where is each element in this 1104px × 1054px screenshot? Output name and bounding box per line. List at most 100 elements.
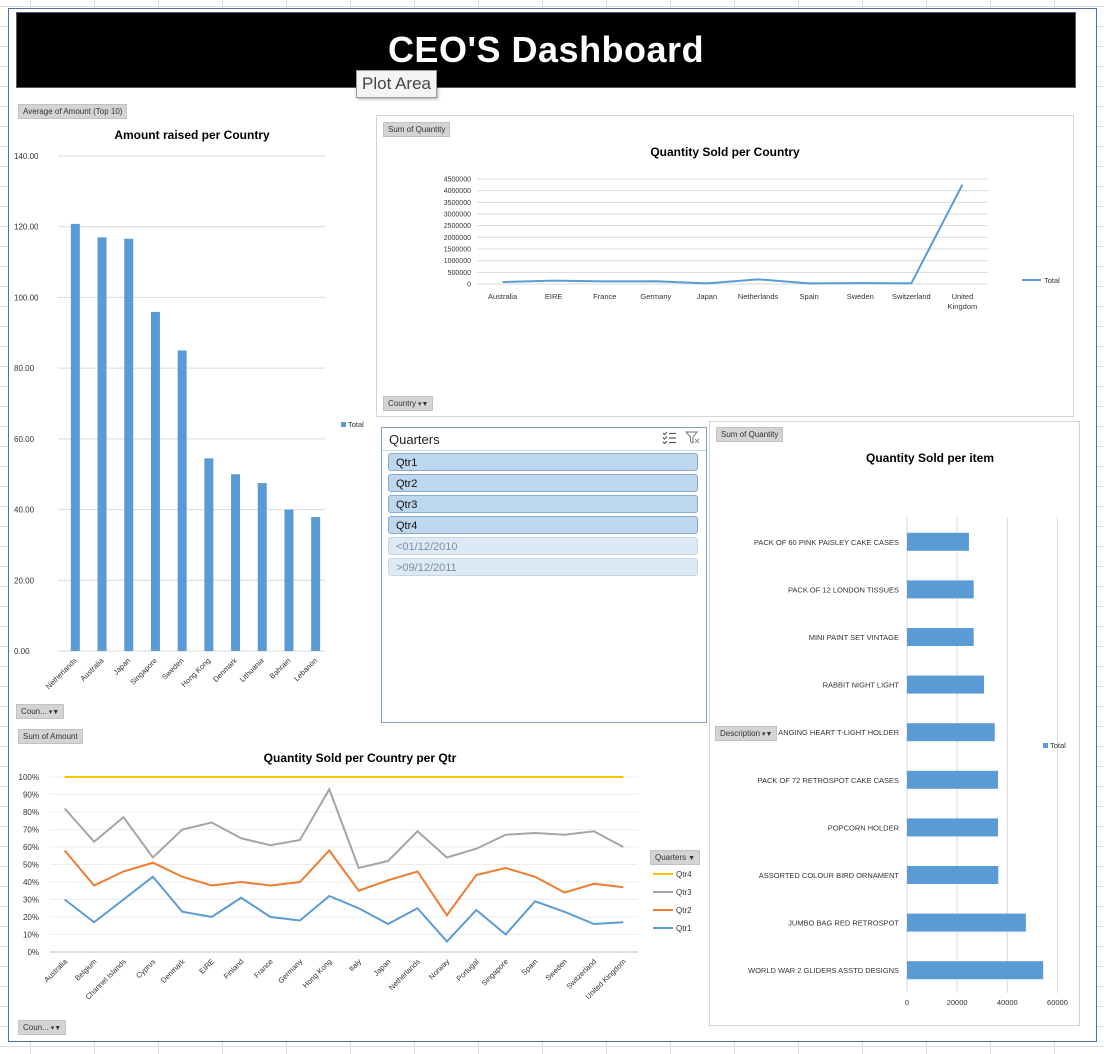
x-tick-label: Netherlands bbox=[387, 957, 422, 992]
multi-select-icon[interactable] bbox=[662, 431, 677, 444]
x-tick-label: Singapore bbox=[480, 957, 511, 988]
x-tick-label: Switzerland bbox=[892, 292, 931, 301]
x-tick-label: Japan bbox=[111, 656, 132, 677]
x-tick-label: Japan bbox=[372, 957, 393, 978]
slicer-item-qtr4[interactable]: Qtr4 bbox=[388, 516, 698, 534]
qtr-axis-button[interactable]: Coun... ▾▼ bbox=[18, 1020, 67, 1035]
bar bbox=[177, 350, 187, 651]
clear-filter-icon[interactable] bbox=[685, 431, 700, 444]
x-tick-label: France bbox=[252, 957, 275, 980]
qtr-chart-svg[interactable]: 0% 10% 20% 30% 40% 50% 60% 70% 80% 90% 100% Austral… bbox=[10, 724, 706, 1036]
slicer-item-after-date[interactable]: >09/12/2011 bbox=[388, 558, 698, 576]
x-tick-label: 60000 bbox=[1047, 998, 1068, 1007]
y-tick-label: ANGING HEART T-LIGHT HOLDER bbox=[778, 728, 899, 737]
amount-chart-panel[interactable]: Average of Amount (Top 10) Amount raised… bbox=[10, 98, 374, 720]
slicer-item-before-date[interactable]: <01/12/2010 bbox=[388, 537, 698, 555]
y-tick-label: 500000 bbox=[448, 270, 471, 277]
y-tick-label: 2500000 bbox=[444, 223, 471, 230]
y-tick-label: 100% bbox=[19, 773, 39, 782]
x-tick-label: Norway bbox=[427, 957, 452, 982]
slicer-title: Quarters bbox=[389, 432, 440, 447]
description-axis-button-label: Description bbox=[720, 729, 761, 738]
y-tick-label: 60.00 bbox=[14, 435, 35, 444]
dashboard-title-bar: CEO'S Dashboard bbox=[16, 12, 1076, 88]
bar bbox=[231, 474, 241, 651]
x-tick-label: 40000 bbox=[997, 998, 1018, 1007]
slicer-header: Quarters bbox=[382, 428, 706, 451]
x-tick-label: Hong Kong bbox=[179, 656, 212, 689]
x-tick-label: Italy bbox=[347, 957, 363, 973]
x-tick-label: EIRE bbox=[197, 957, 216, 976]
y-tick-label: JUMBO BAG RED RETROSPOT bbox=[788, 919, 899, 928]
amount-axis-button[interactable]: Coun... ▾▼ bbox=[16, 704, 65, 719]
x-tick-label: Denmark bbox=[211, 656, 239, 684]
qtr-legend-button[interactable]: Quarters ▼ bbox=[650, 850, 701, 865]
filter-dropdown-icon: ▾▼ bbox=[762, 731, 773, 738]
x-tick-label: Bahrain bbox=[268, 656, 293, 681]
x-tick-label: Sweden bbox=[847, 292, 874, 301]
legend-swatch bbox=[341, 422, 346, 427]
y-tick-label: 3000000 bbox=[444, 212, 471, 219]
y-tick-label: WORLD WAR 2 GLIDERS ASSTD DESIGNS bbox=[748, 966, 899, 975]
bar bbox=[907, 532, 969, 551]
series-line-total bbox=[502, 184, 964, 285]
legend-label: Total bbox=[348, 420, 364, 429]
bar bbox=[70, 223, 80, 651]
x-tick-label: Kingdom bbox=[948, 302, 978, 311]
bar bbox=[257, 483, 267, 651]
item-chart-svg[interactable]: 0 20000 40000 60000 PACK OF 60 PINK PAISLEY … bbox=[710, 422, 1079, 1025]
x-tick-label: 20000 bbox=[947, 998, 968, 1007]
y-tick-label: 90% bbox=[23, 791, 39, 800]
x-tick-label: Cyprus bbox=[134, 957, 157, 980]
filter-dropdown-icon: ▾▼ bbox=[418, 401, 429, 408]
bar bbox=[907, 961, 1044, 980]
x-tick-label: Portugal bbox=[455, 957, 481, 983]
amount-chart-svg[interactable]: 0.00 20.00 40.00 60.00 80.00 100.00 120.00 140.… bbox=[10, 98, 374, 720]
slicer-item-qtr3[interactable]: Qtr3 bbox=[388, 495, 698, 513]
bar bbox=[907, 580, 974, 599]
y-tick-label: 0 bbox=[467, 282, 471, 289]
quantity-country-chart-svg[interactable]: 0 500000 1000000 1500000 2000000 2500000 30000… bbox=[377, 116, 1073, 416]
y-tick-label: 60% bbox=[23, 843, 39, 852]
qtr-axis-button-label: Coun... bbox=[23, 1023, 49, 1032]
bar bbox=[97, 237, 107, 652]
y-tick-label: 10% bbox=[23, 931, 39, 940]
x-tick-label: Hong Kong bbox=[301, 957, 334, 990]
y-tick-label: 2000000 bbox=[444, 235, 471, 242]
y-tick-label: 100.00 bbox=[14, 293, 39, 302]
legend-label: Qtr2 bbox=[676, 906, 692, 915]
legend-label: Qtr3 bbox=[676, 888, 692, 897]
y-tick-label: POPCORN HOLDER bbox=[828, 823, 900, 832]
item-axis-button[interactable]: Description ▾▼ bbox=[715, 726, 778, 741]
x-tick-label: Spain bbox=[800, 292, 819, 301]
legend-label: Total bbox=[1044, 276, 1060, 285]
bar bbox=[311, 516, 321, 651]
x-tick-label: Netherlands bbox=[738, 292, 779, 301]
quantity-country-chart-panel[interactable]: Sum of Quantity Quantity Sold per Countr… bbox=[376, 115, 1074, 417]
bar bbox=[907, 723, 995, 742]
y-tick-label: PACK OF 72 RETROSPOT CAKE CASES bbox=[758, 776, 899, 785]
qtr-chart-panel[interactable]: Sum of Amount Quantity Sold per Country … bbox=[10, 724, 706, 1036]
bar bbox=[907, 866, 999, 884]
y-tick-label: 50% bbox=[23, 861, 39, 870]
y-tick-label: 80% bbox=[23, 808, 39, 817]
quantity-country-axis-button[interactable]: Country ▾▼ bbox=[383, 396, 434, 411]
x-tick-label: Belgium bbox=[73, 957, 99, 983]
x-tick-label: Spain bbox=[520, 957, 540, 977]
bar bbox=[907, 770, 999, 789]
item-chart-panel[interactable]: Sum of Quantity Quantity Sold per item 0… bbox=[709, 421, 1080, 1026]
y-tick-label: PACK OF 60 PINK PAISLEY CAKE CASES bbox=[754, 538, 899, 547]
y-tick-label: 4500000 bbox=[444, 177, 471, 184]
x-tick-label: United bbox=[952, 292, 974, 301]
legend-label: Total bbox=[1050, 741, 1066, 750]
slicer-item-qtr1[interactable]: Qtr1 bbox=[388, 453, 698, 471]
quarters-slicer[interactable]: Quarters Qtr1 Qtr2 Qtr3 Qtr4 <01/12/2010… bbox=[381, 427, 707, 723]
y-tick-label: 1500000 bbox=[444, 247, 471, 254]
slicer-item-qtr2[interactable]: Qtr2 bbox=[388, 474, 698, 492]
y-tick-label: PACK OF 12 LONDON TISSUES bbox=[788, 585, 899, 594]
y-tick-label: ASSORTED COLOUR BIRD ORNAMENT bbox=[759, 871, 900, 880]
x-tick-label: Australia bbox=[78, 655, 106, 683]
y-tick-label: 80.00 bbox=[14, 364, 35, 373]
y-tick-label: 70% bbox=[23, 826, 39, 835]
series-line-qtr2 bbox=[63, 848, 624, 917]
